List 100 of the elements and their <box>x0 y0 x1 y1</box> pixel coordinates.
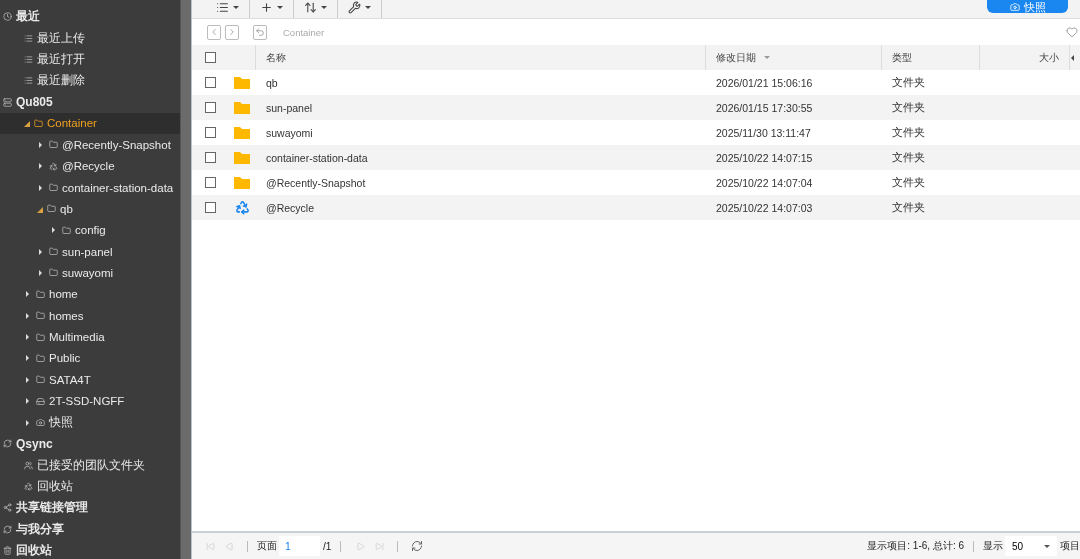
add-icon[interactable] <box>260 0 273 14</box>
tree-item[interactable]: @Recently-Snapshot <box>0 134 180 156</box>
scrollbar[interactable] <box>180 0 191 559</box>
list-icon <box>24 54 33 64</box>
tree-label: @Recycle <box>62 160 115 173</box>
tree-label: 最近删除 <box>37 73 85 89</box>
tree-item[interactable]: 最近上传 <box>0 27 180 49</box>
items-label: 项目 <box>1060 539 1080 553</box>
list-view-icon[interactable] <box>216 0 229 14</box>
table-cell-text: 文件夹 <box>891 199 926 215</box>
file-row[interactable]: container-station-data 2025/10/22 14:07:15 文件夹 <box>192 145 1080 170</box>
item-summary: 显示项目: 1-6, 总计: 6 <box>867 539 964 553</box>
tree-label: Multimedia <box>49 331 105 344</box>
row-checkbox[interactable] <box>205 77 216 88</box>
folder-icon <box>234 126 250 139</box>
tree-item[interactable]: 快照 <box>0 411 180 434</box>
server-icon <box>3 97 12 107</box>
table-cell-text: 2025/10/22 14:07:04 <box>715 175 814 191</box>
chevron-right-icon <box>227 27 237 37</box>
recycle-icon <box>234 200 250 215</box>
row-checkbox[interactable] <box>205 202 216 213</box>
tree-item[interactable]: Public <box>0 347 180 370</box>
expand-arrow-icon[interactable] <box>24 121 30 128</box>
page-size-select[interactable]: 50 <box>1005 536 1057 556</box>
tree-item[interactable]: homes <box>0 305 180 327</box>
sidebar-section[interactable]: 回收站 <box>0 540 180 559</box>
tree-label: suwayomi <box>62 267 114 279</box>
table-cell-text: @Recently-Snapshot <box>265 175 367 191</box>
select-all-checkbox[interactable] <box>205 52 216 63</box>
table-cell-text: qb <box>265 75 279 91</box>
tree-label: Qsync <box>16 436 53 451</box>
page-input[interactable]: 1 <box>279 536 320 556</box>
folder-icon <box>234 151 250 164</box>
tree-item[interactable]: @Recycle <box>0 155 180 177</box>
tree-item[interactable]: 最近打开 <box>0 48 180 71</box>
table-cell-text: @Recycle <box>265 200 315 216</box>
tree-label: 回收站 <box>37 479 73 495</box>
tree-item[interactable]: 2T-SSD-NGFF <box>0 390 180 412</box>
row-checkbox[interactable] <box>205 102 216 113</box>
tree-label: Public <box>49 352 81 365</box>
trash-icon <box>3 546 12 556</box>
folder-icon <box>234 101 250 114</box>
tree-item[interactable]: qb <box>0 198 180 220</box>
tree-label: config <box>75 224 106 237</box>
refresh-icon[interactable] <box>411 540 424 552</box>
tree-label: sun-panel <box>62 245 113 258</box>
sync-icon <box>3 439 12 449</box>
tree-label: 最近 <box>16 8 40 26</box>
tree-item[interactable]: SATA4T <box>0 369 180 391</box>
transfer-icon[interactable] <box>304 0 317 14</box>
tree-label: 回收站 <box>16 542 52 559</box>
tree-label: 最近打开 <box>37 51 85 67</box>
breadcrumb-path: Container <box>283 26 325 38</box>
sidebar-section[interactable]: 共享链接管理 <box>0 497 180 519</box>
tree-item[interactable]: sun-panel <box>0 240 180 263</box>
folder-icon <box>36 311 45 321</box>
table-cell-text: 2025/10/22 14:07:15 <box>715 150 814 166</box>
folder-icon <box>49 247 58 257</box>
tree-item[interactable]: config <box>0 219 180 241</box>
table-cell-text: 文件夹 <box>891 74 926 90</box>
tree-label: 快照 <box>49 415 73 430</box>
page-label: 页面 <box>257 539 277 553</box>
tree-item[interactable]: Multimedia <box>0 326 180 348</box>
folder-icon <box>234 76 250 89</box>
table-cell-text: 2025/11/30 13:11:47 <box>715 125 812 141</box>
camera-icon <box>1009 2 1020 12</box>
table-cell-text: 文件夹 <box>891 99 926 115</box>
expand-arrow-icon[interactable] <box>37 206 43 213</box>
tree-item[interactable]: home <box>0 283 180 306</box>
tree-label: Container <box>47 117 97 130</box>
table-cell-text: container-station-data <box>265 150 369 166</box>
heart-icon[interactable] <box>1066 26 1078 38</box>
tree-label: qb <box>60 202 73 215</box>
folder-icon <box>49 183 58 193</box>
tree-item[interactable]: 最近删除 <box>0 70 180 92</box>
chevron-left-icon <box>209 27 219 37</box>
tree-label: Qu805 <box>16 95 53 110</box>
tree-label: homes <box>49 309 84 322</box>
clock-icon <box>3 12 12 22</box>
tree-item[interactable]: Container <box>0 112 180 135</box>
row-checkbox[interactable] <box>205 177 216 188</box>
file-row[interactable]: @Recycle 2025/10/22 14:07:03 文件夹 <box>192 195 1080 220</box>
tree-item[interactable]: suwayomi <box>0 262 180 284</box>
file-row[interactable]: sun-panel 2026/01/15 17:30:55 文件夹 <box>192 95 1080 120</box>
list-icon <box>24 33 33 43</box>
sidebar-section[interactable]: Qsync <box>0 433 180 455</box>
snapshot-button[interactable]: 快照 <box>987 0 1068 13</box>
folder-icon <box>47 204 56 214</box>
tree-item[interactable]: 已接受的团队文件夹 <box>0 454 180 476</box>
sidebar-section[interactable]: 与我分享 <box>0 518 180 540</box>
folder-icon <box>36 289 45 299</box>
folder-icon <box>36 375 45 385</box>
tree-item[interactable]: 回收站 <box>0 475 180 498</box>
row-checkbox[interactable] <box>205 152 216 163</box>
wrench-icon[interactable] <box>348 0 361 14</box>
total-pages: /1 <box>323 540 332 552</box>
row-checkbox[interactable] <box>205 127 216 138</box>
tree-item[interactable]: container-station-data <box>0 176 180 199</box>
sidebar-section[interactable]: Qu805 <box>0 91 180 113</box>
sidebar-section[interactable]: 最近 <box>0 6 180 28</box>
